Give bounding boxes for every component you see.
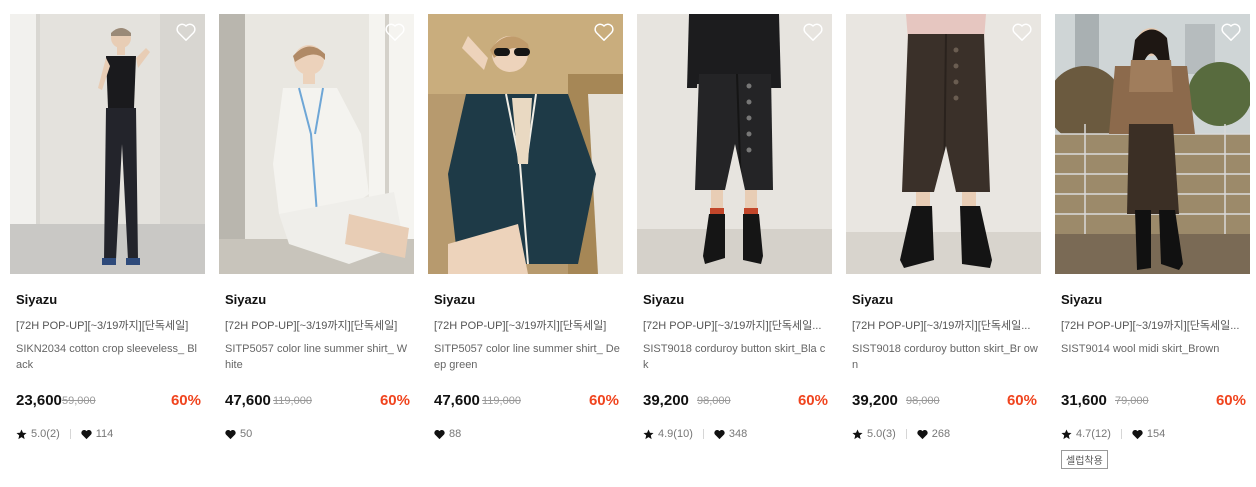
product-image[interactable] [219,14,414,274]
promo-tagline[interactable]: [72H POP-UP][~3/19까지][단독세일... [643,317,829,333]
celebrity-worn-badge: 셀럽착용 [1061,450,1108,469]
product-image[interactable] [10,14,205,274]
product-photo [10,14,205,274]
product-photo [428,14,623,274]
original-price: 98,000 [906,395,940,407]
wishlist-heart-icon[interactable] [384,22,406,42]
wishlist-heart-icon[interactable] [1011,22,1033,42]
promo-tagline[interactable]: [72H POP-UP][~3/19까지][단독세일] [225,317,411,333]
product-meta: 50 [225,427,252,441]
product-image[interactable] [637,14,832,274]
rating-value: 4.9(10) [658,428,693,440]
product-card[interactable]: Siyazu [72H POP-UP][~3/19까지][단독세일] SIKN2… [10,14,205,474]
brand-name[interactable]: Siyazu [1061,292,1102,307]
original-price: 79,000 [1115,395,1149,407]
sale-price: 39,200 [643,392,689,409]
product-photo [637,14,832,274]
wishlist-heart-icon[interactable] [593,22,615,42]
product-card[interactable]: Siyazu [72H POP-UP][~3/19까지][단독세일... SIS… [1055,14,1250,474]
star-icon [643,428,654,439]
promo-tagline[interactable]: [72H POP-UP][~3/19까지][단독세일] [434,317,620,333]
product-image[interactable] [846,14,1041,274]
like-count: 114 [95,428,114,440]
heart-filled-icon [225,429,236,439]
brand-name[interactable]: Siyazu [225,292,266,307]
heart-filled-icon [714,429,725,439]
brand-name[interactable]: Siyazu [852,292,893,307]
product-name[interactable]: SIST9018 corduroy button skirt_Br own [852,341,1038,373]
discount-rate: 60% [1215,392,1246,409]
promo-tagline[interactable]: [72H POP-UP][~3/19까지][단독세일] [16,317,202,333]
product-image[interactable] [1055,14,1250,274]
like-count: 154 [1146,428,1166,440]
wishlist-heart-icon[interactable] [1220,22,1242,42]
star-icon [852,428,863,439]
product-name[interactable]: SIST9018 corduroy button skirt_Bla ck [643,341,829,373]
discount-rate: 60% [170,392,201,409]
sale-price: 31,600 [1061,392,1107,409]
heart-filled-icon [1132,429,1143,439]
wishlist-heart-icon[interactable] [802,22,824,42]
discount-rate: 60% [797,392,828,409]
original-price: 98,000 [697,395,731,407]
brand-name[interactable]: Siyazu [643,292,684,307]
product-image[interactable] [428,14,623,274]
product-meta: 5.0(3) 268 [852,427,950,441]
promo-tagline[interactable]: [72H POP-UP][~3/19까지][단독세일... [1061,317,1247,333]
discount-rate: 60% [588,392,619,409]
product-name[interactable]: SITP5057 color line summer shirt_ White [225,341,411,373]
product-name[interactable]: SIST9014 wool midi skirt_Brown [1061,341,1247,357]
rating-value: 5.0(3) [867,428,896,440]
star-icon [16,428,27,439]
original-price: 119,000 [482,395,521,407]
heart-filled-icon [81,429,92,439]
like-count: 88 [449,428,462,440]
heart-filled-icon [434,429,445,439]
meta-divider [702,429,704,439]
star-icon [1061,428,1072,439]
brand-name[interactable]: Siyazu [434,292,475,307]
product-meta: 4.7(12) 154 [1061,427,1165,441]
discount-rate: 60% [1006,392,1037,409]
product-photo [846,14,1041,274]
heart-filled-icon [917,429,928,439]
product-card[interactable]: Siyazu [72H POP-UP][~3/19까지][단독세일] SITP5… [428,14,623,474]
product-photo [1055,14,1250,274]
original-price: 119,000 [273,395,312,407]
product-meta: 4.9(10) 348 [643,427,747,441]
discount-rate: 60% [379,392,410,409]
product-name[interactable]: SITP5057 color line summer shirt_ Deep g… [434,341,620,373]
meta-divider [1120,429,1122,439]
product-name[interactable]: SIKN2034 cotton crop sleeveless_ Black [16,341,202,373]
sale-price: 23,600 [16,392,62,409]
product-meta: 88 [434,427,461,441]
brand-name[interactable]: Siyazu [16,292,57,307]
rating-value: 4.7(12) [1076,428,1111,440]
product-card[interactable]: Siyazu [72H POP-UP][~3/19까지][단독세일... SIS… [846,14,1041,474]
rating-value: 5.0(2) [31,428,60,440]
sale-price: 39,200 [852,392,898,409]
meta-divider [905,429,907,439]
promo-tagline[interactable]: [72H POP-UP][~3/19까지][단독세일... [852,317,1038,333]
wishlist-heart-icon[interactable] [175,22,197,42]
meta-divider [69,429,71,439]
product-grid: Siyazu [72H POP-UP][~3/19까지][단독세일] SIKN2… [10,14,1250,474]
sale-price: 47,600 [225,392,271,409]
sale-price: 47,600 [434,392,480,409]
product-card[interactable]: Siyazu [72H POP-UP][~3/19까지][단독세일... SIS… [637,14,832,474]
like-count: 348 [728,428,748,440]
product-meta: 5.0(2) 114 [16,427,113,441]
product-card[interactable]: Siyazu [72H POP-UP][~3/19까지][단독세일] SITP5… [219,14,414,474]
like-count: 268 [931,428,951,440]
original-price: 59,000 [62,395,96,407]
like-count: 50 [240,428,253,440]
product-photo [219,14,414,274]
